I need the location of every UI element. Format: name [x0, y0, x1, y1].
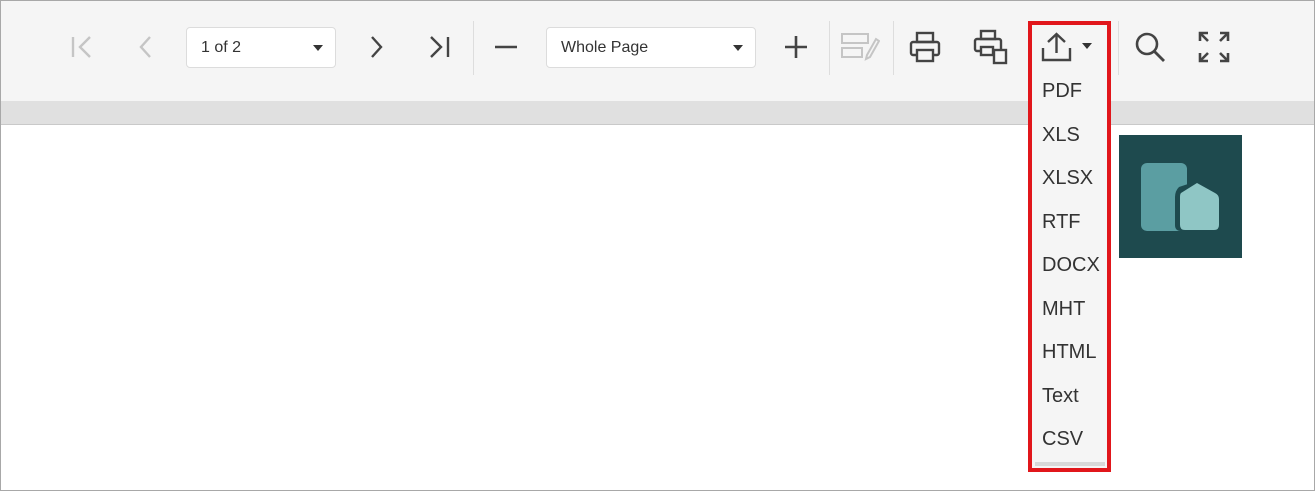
zoom-in-button[interactable]	[772, 23, 820, 71]
minus-icon	[495, 45, 517, 49]
page-selector[interactable]: 1 of 2	[186, 27, 336, 68]
next-page-icon	[371, 36, 383, 58]
export-option-csv[interactable]: CSV	[1042, 427, 1083, 451]
zoom-out-button[interactable]	[482, 23, 530, 71]
export-option-xlsx[interactable]: XLSX	[1042, 166, 1093, 190]
print-icon	[909, 31, 941, 63]
export-option-text[interactable]: Text	[1042, 384, 1079, 408]
first-page-icon	[71, 36, 91, 58]
print-page-icon	[973, 29, 1008, 65]
search-button[interactable]	[1126, 23, 1174, 71]
search-icon	[1135, 32, 1165, 62]
zoom-selector[interactable]: Whole Page	[546, 27, 756, 68]
chevron-down-icon	[313, 45, 323, 51]
export-option-docx[interactable]: DOCX	[1042, 253, 1100, 277]
chevron-down-icon	[733, 45, 743, 51]
previous-page-icon	[139, 36, 151, 58]
report-logo	[1119, 135, 1242, 258]
print-page-button[interactable]	[967, 23, 1015, 71]
export-option-pdf[interactable]: PDF	[1042, 79, 1082, 103]
toolbar-separator	[829, 21, 830, 75]
export-upload-icon	[1041, 32, 1092, 62]
fullscreen-button[interactable]	[1190, 23, 1238, 71]
export-option-html[interactable]: HTML	[1042, 340, 1096, 364]
toolbar-separator	[473, 21, 474, 75]
export-option-rtf[interactable]: RTF	[1042, 210, 1081, 234]
previous-page-button[interactable]	[122, 23, 170, 71]
edit-fields-button[interactable]	[836, 23, 884, 71]
first-page-button[interactable]	[58, 23, 106, 71]
logo-icon	[1141, 163, 1219, 231]
toolbar: 1 of 2 Whole Page	[1, 1, 1314, 101]
edit-fields-icon	[841, 33, 880, 61]
page-selector-value: 1 of 2	[201, 38, 242, 56]
print-button[interactable]	[901, 23, 949, 71]
export-option-mht[interactable]: MHT	[1042, 297, 1085, 321]
last-page-button[interactable]	[416, 23, 464, 71]
export-option-xls[interactable]: XLS	[1042, 123, 1080, 147]
export-button[interactable]	[1034, 27, 1098, 67]
toolbar-shadow-bar	[1, 101, 1314, 125]
plus-icon	[785, 36, 807, 58]
menu-scroll-edge	[1035, 462, 1105, 466]
fullscreen-icon	[1198, 31, 1230, 63]
zoom-selector-value: Whole Page	[561, 38, 649, 56]
report-viewer: 1 of 2 Whole Page PDF XLS XLSX RTF DOCX …	[0, 0, 1315, 491]
next-page-button[interactable]	[352, 23, 400, 71]
last-page-icon	[430, 36, 450, 58]
toolbar-separator	[893, 21, 894, 75]
toolbar-separator	[1118, 21, 1119, 75]
